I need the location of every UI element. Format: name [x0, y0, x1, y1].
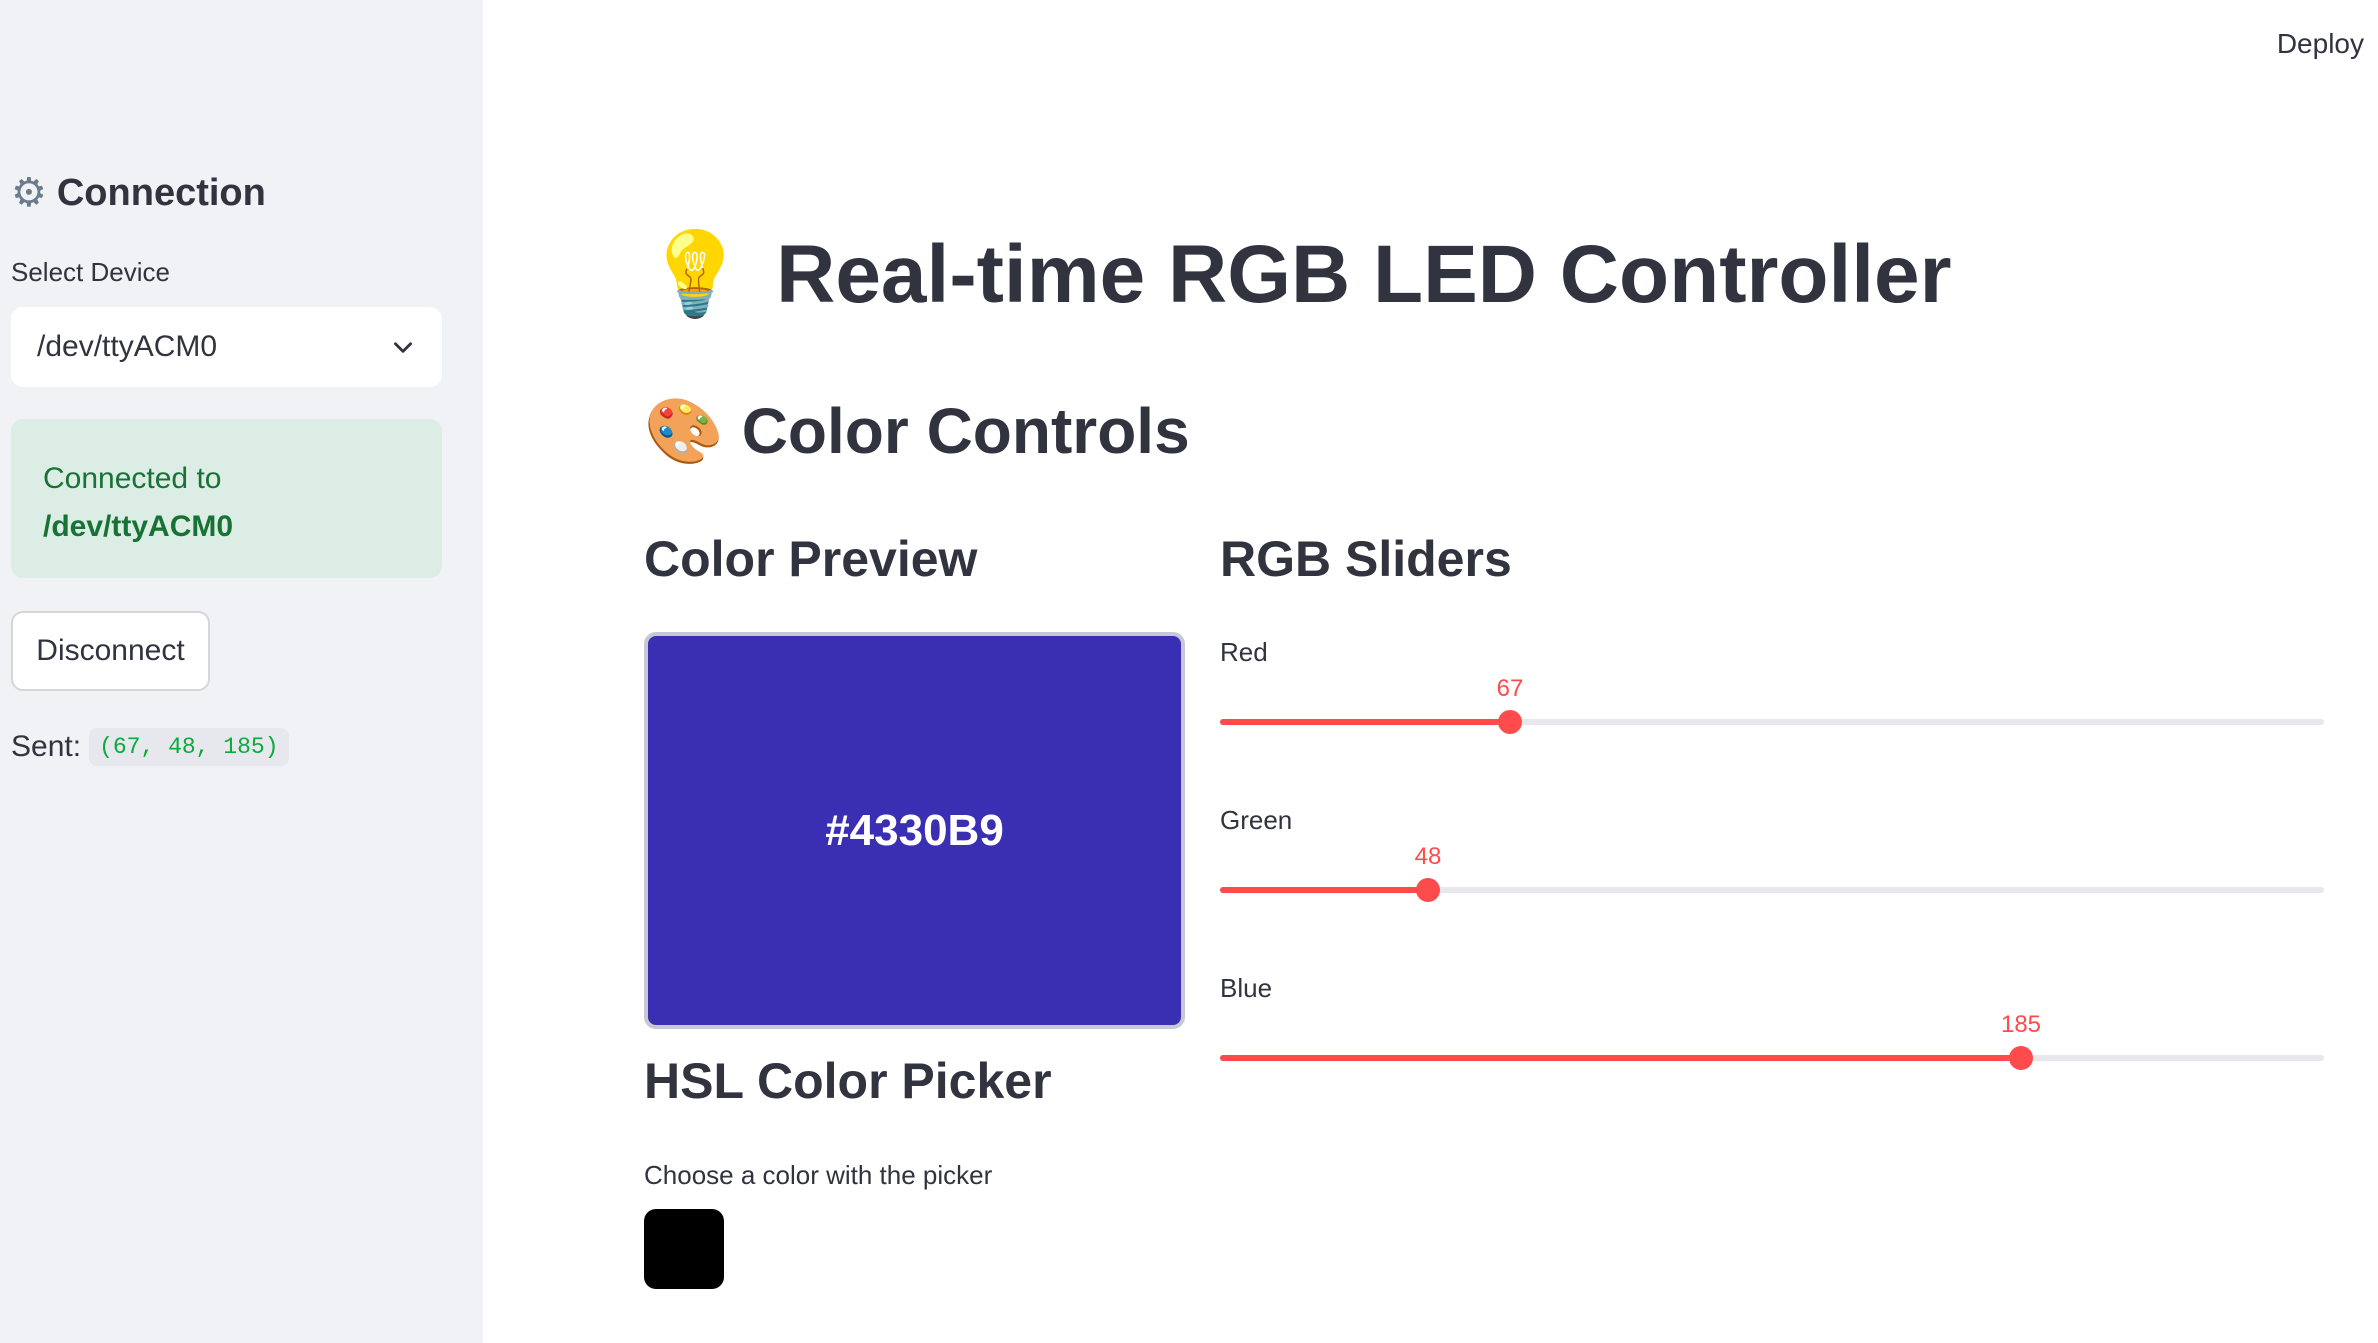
- color-picker-swatch[interactable]: [644, 1209, 724, 1289]
- device-select[interactable]: /dev/ttyACM0: [11, 307, 442, 387]
- lightbulb-icon: 💡: [644, 227, 747, 322]
- green-slider-fill: [1220, 887, 1428, 893]
- blue-slider-fill: [1220, 1055, 2021, 1061]
- red-slider-fill: [1220, 719, 1510, 725]
- blue-slider-value: 185: [2000, 1011, 2042, 1038]
- page-title: 💡 Real-time RGB LED Controller: [644, 220, 1952, 330]
- red-slider-thumb[interactable]: [1498, 710, 1522, 734]
- status-device: /dev/ttyACM0: [43, 510, 234, 543]
- chevron-down-icon: [394, 342, 412, 353]
- device-select-value: /dev/ttyACM0: [37, 330, 218, 363]
- blue-slider-thumb[interactable]: [2009, 1046, 2033, 1070]
- color-controls-heading: 🎨 Color Controls: [644, 390, 1190, 472]
- connection-header: ⚙ Connection: [11, 165, 266, 221]
- sent-value: (67, 48, 185): [89, 728, 289, 766]
- disconnect-button[interactable]: Disconnect: [11, 611, 210, 691]
- color-preview-hex: #4330B9: [825, 805, 1004, 855]
- blue-slider[interactable]: Blue 185: [1220, 973, 2324, 1113]
- red-slider[interactable]: Red 67: [1220, 637, 2324, 777]
- sent-label: Sent:: [11, 730, 82, 763]
- red-slider-value: 67: [1496, 675, 1524, 702]
- page-title-text: Real-time RGB LED Controller: [776, 229, 1952, 320]
- blue-slider-label: Blue: [1220, 973, 1273, 1003]
- select-device-label: Select Device: [11, 257, 170, 287]
- connection-title: Connection: [56, 171, 266, 214]
- picker-label: Choose a color with the picker: [644, 1160, 993, 1190]
- color-controls-text: Color Controls: [741, 395, 1190, 467]
- color-preview-swatch: #4330B9: [644, 632, 1185, 1029]
- connection-status-alert: Connected to /dev/ttyACM0: [11, 419, 442, 578]
- green-slider-label: Green: [1220, 805, 1293, 835]
- app: ⚙ Connection Select Device /dev/ttyACM0 …: [0, 0, 2378, 1343]
- red-slider-label: Red: [1220, 637, 1268, 667]
- hsl-picker-heading: HSL Color Picker: [644, 1053, 1052, 1109]
- palette-icon: 🎨: [644, 394, 724, 469]
- green-slider[interactable]: Green 48: [1220, 805, 2324, 945]
- color-preview-heading: Color Preview: [644, 531, 978, 587]
- sidebar: ⚙ Connection Select Device /dev/ttyACM0 …: [0, 0, 483, 1343]
- deploy-button[interactable]: Deploy: [2277, 28, 2364, 60]
- green-slider-thumb[interactable]: [1416, 878, 1440, 902]
- status-prefix: Connected to: [43, 462, 222, 495]
- gear-icon: ⚙: [11, 171, 47, 215]
- sent-status: Sent: (67, 48, 185): [11, 728, 289, 766]
- rgb-sliders-heading: RGB Sliders: [1220, 531, 1512, 587]
- green-slider-value: 48: [1414, 843, 1442, 870]
